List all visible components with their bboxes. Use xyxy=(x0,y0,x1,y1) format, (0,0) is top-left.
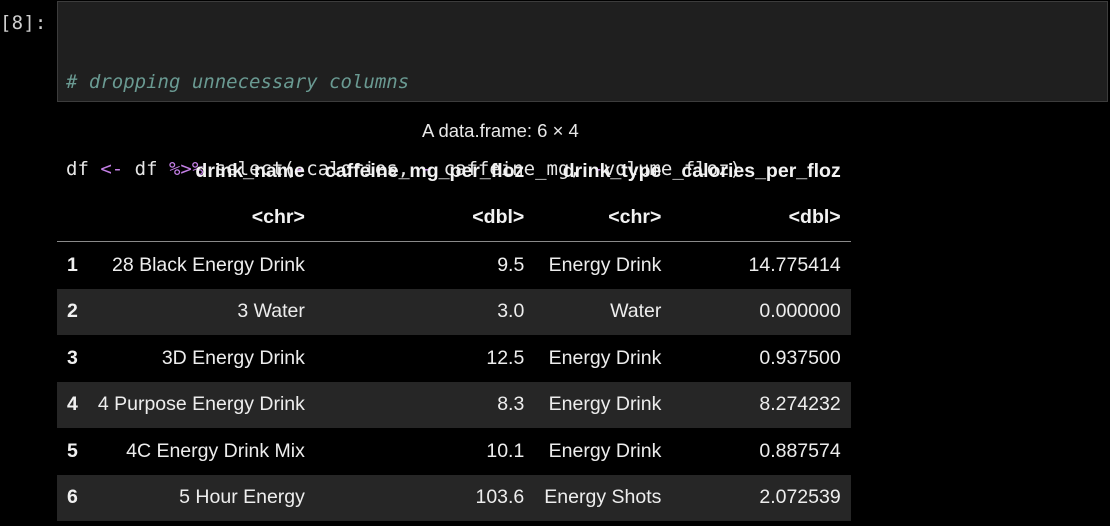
row-index: 6 xyxy=(67,486,78,509)
cell-caffeine: 10.1 xyxy=(486,439,525,462)
table-row: 6 5 Hour Energy 103.6 Energy Shots 2.072… xyxy=(57,474,851,521)
cell-calories: 0.000000 xyxy=(759,300,841,323)
column-type: <chr> xyxy=(534,194,672,242)
cell-calories: 0.937500 xyxy=(759,346,841,369)
cell-drink-name: 4 Purpose Energy Drink xyxy=(97,393,305,416)
cell-caffeine: 12.5 xyxy=(486,346,525,369)
cell-drink-type: Water xyxy=(610,300,662,323)
cell-drink-name: 3 Water xyxy=(237,300,305,323)
table-row: 3 3D Energy Drink 12.5 Energy Drink 0.93… xyxy=(57,335,851,382)
cell-calories: 0.887574 xyxy=(759,439,841,462)
cell-drink-type: Energy Drink xyxy=(548,253,662,276)
dataframe-table: drink_name caffeine_mg_per_floz drink_ty… xyxy=(57,148,851,521)
column-header: drink_name xyxy=(195,159,305,182)
type-row: <chr> <dbl> <chr> <dbl> xyxy=(57,194,851,242)
row-index: 4 xyxy=(67,393,78,416)
table-row: 1 28 Black Energy Drink 9.5 Energy Drink… xyxy=(57,241,851,289)
cell-calories: 2.072539 xyxy=(759,486,841,509)
row-index: 1 xyxy=(67,253,78,276)
code-line-comment: # dropping unnecessary columns xyxy=(66,68,1107,97)
row-index: 3 xyxy=(67,346,78,369)
cell-caffeine: 8.3 xyxy=(497,393,525,416)
cell-drink-type: Energy Drink xyxy=(548,346,662,369)
cell-caffeine: 103.6 xyxy=(475,486,525,509)
execution-count-prompt: [8]: xyxy=(0,12,47,34)
index-header xyxy=(57,194,88,242)
index-header xyxy=(57,148,88,195)
row-index: 2 xyxy=(67,300,78,323)
cell-drink-type: Energy Shots xyxy=(544,486,662,509)
cell-calories: 8.274232 xyxy=(759,393,841,416)
header-row: drink_name caffeine_mg_per_floz drink_ty… xyxy=(57,148,851,195)
cell-drink-name: 5 Hour Energy xyxy=(179,486,305,509)
cell-drink-type: Energy Drink xyxy=(548,439,662,462)
cell-calories: 14.775414 xyxy=(748,253,841,276)
column-type: <dbl> xyxy=(314,194,535,242)
code-cell-editor[interactable]: # dropping unnecessary columns df <- df … xyxy=(57,1,1108,267)
cell-caffeine: 3.0 xyxy=(497,300,525,323)
cell-drink-name: 28 Black Energy Drink xyxy=(111,253,305,276)
table-row: 4 4 Purpose Energy Drink 8.3 Energy Drin… xyxy=(57,381,851,428)
cell-caffeine: 9.5 xyxy=(497,253,525,276)
column-type: <dbl> xyxy=(671,194,851,242)
column-header: drink_type xyxy=(562,159,662,182)
cell-drink-name: 4C Energy Drink Mix xyxy=(126,439,305,462)
table-row: 5 4C Energy Drink Mix 10.1 Energy Drink … xyxy=(57,428,851,475)
table-row: 2 3 Water 3.0 Water 0.000000 xyxy=(57,288,851,335)
cell-drink-type: Energy Drink xyxy=(548,393,662,416)
column-type: <chr> xyxy=(87,194,315,242)
cell-drink-name: 3D Energy Drink xyxy=(161,346,305,369)
column-header: caffeine_mg_per_floz xyxy=(324,159,525,182)
row-index: 5 xyxy=(67,439,78,462)
code-comment: # dropping unnecessary columns xyxy=(66,71,410,93)
dataframe-caption: A data.frame: 6 × 4 xyxy=(422,120,579,141)
column-header: calories_per_floz xyxy=(681,159,841,182)
